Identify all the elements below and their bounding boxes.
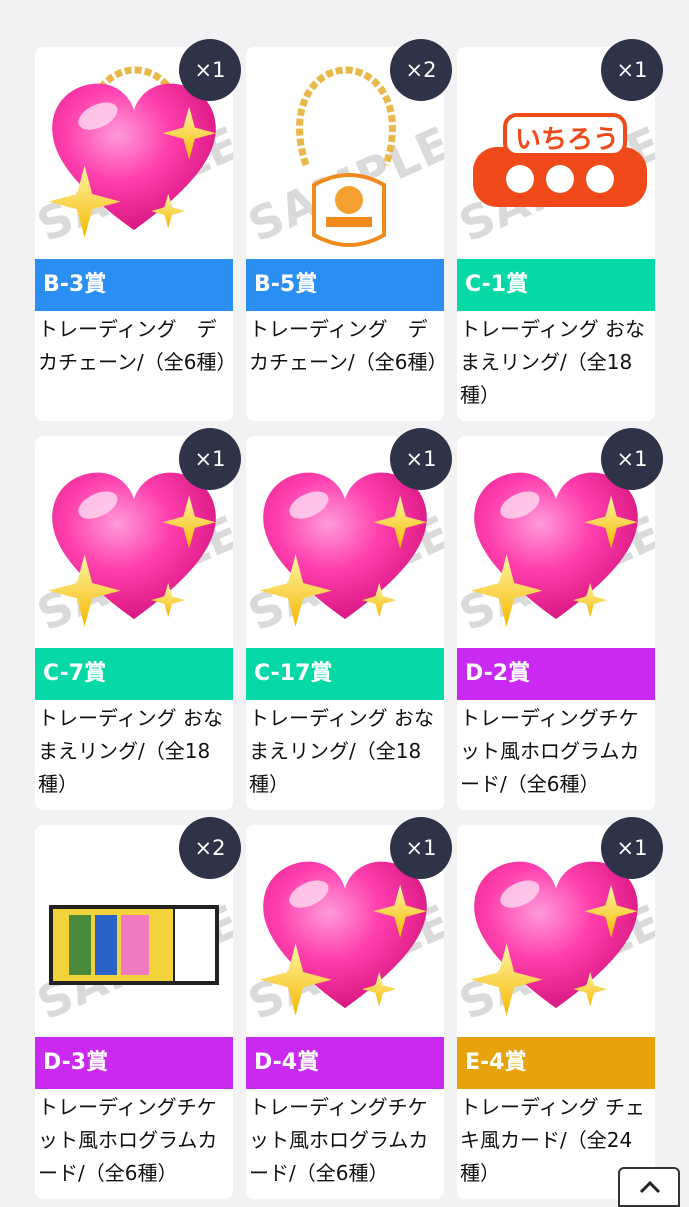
prize-description: トレーディング おなまえリング/（全18種）: [460, 317, 645, 407]
prize-card[interactable]: SAMPLE B-3賞トレーディング デカチェーン/（全6種）: [35, 47, 233, 421]
prize-code-label: D-2賞: [457, 648, 655, 700]
prize-description: トレーディング おなまえリング/（全18種）: [38, 706, 223, 796]
quantity-badge: ×1: [179, 39, 241, 101]
prize-grid: SAMPLE B-3賞トレーディング デカチェーン/（全6種）×1SAMPLE …: [0, 0, 689, 1200]
charm-icon: [312, 173, 386, 247]
prize-code-label: B-3賞: [35, 259, 233, 311]
quantity-badge: ×2: [390, 39, 452, 101]
quantity-badge: ×1: [601, 39, 663, 101]
prize-card[interactable]: SAMPLE B-5賞トレーディング デカチェーン/（全6種）: [246, 47, 444, 421]
ticket-card-icon: [49, 905, 219, 985]
prize-description: トレーディングチケット風ホログラムカード/（全6種）: [460, 706, 640, 796]
quantity-badge: ×1: [179, 428, 241, 490]
prize-code-label: C-1賞: [457, 259, 655, 311]
prize-card[interactable]: SAMPLE D-2賞トレーディングチケット風ホログラムカード/（全6種）: [457, 436, 655, 810]
prize-card[interactable]: SAMPLE D-3賞トレーディングチケット風ホログラムカード/（全6種）: [35, 825, 233, 1199]
prize-card[interactable]: SAMPLE いちろうC-1賞トレーディング おなまえリング/（全18種）: [457, 47, 655, 421]
chevron-up-icon: [639, 1180, 661, 1194]
prize-card[interactable]: SAMPLE D-4賞トレーディングチケット風ホログラムカード/（全6種）: [246, 825, 444, 1199]
prize-code-label: D-4賞: [246, 1037, 444, 1089]
quantity-badge: ×1: [390, 817, 452, 879]
prize-card[interactable]: SAMPLE E-4賞トレーディング チェキ風カード/（全24種）: [457, 825, 655, 1199]
chain-icon: [296, 66, 396, 167]
quantity-badge: ×1: [601, 428, 663, 490]
prize-description: トレーディングチケット風ホログラムカード/（全6種）: [249, 1095, 429, 1185]
prize-card[interactable]: SAMPLE C-7賞トレーディング おなまえリング/（全18種）: [35, 436, 233, 810]
prize-description: トレーディング デカチェーン/（全6種）: [38, 317, 233, 374]
prize-description: トレーディング デカチェーン/（全6種）: [249, 317, 444, 374]
prize-description: トレーディングチケット風ホログラムカード/（全6種）: [38, 1095, 218, 1185]
quantity-badge: ×1: [390, 428, 452, 490]
prize-code-label: C-17賞: [246, 648, 444, 700]
prize-code-label: E-4賞: [457, 1037, 655, 1089]
prize-code-label: B-5賞: [246, 259, 444, 311]
quantity-badge: ×2: [179, 817, 241, 879]
scroll-to-top-button[interactable]: [618, 1167, 680, 1207]
prize-code-label: D-3賞: [35, 1037, 233, 1089]
prize-description: トレーディング おなまえリング/（全18種）: [249, 706, 434, 796]
prize-code-label: C-7賞: [35, 648, 233, 700]
quantity-badge: ×1: [601, 817, 663, 879]
ring-name-text: いちろう: [515, 125, 620, 155]
prize-card[interactable]: SAMPLE C-17賞トレーディング おなまえリング/（全18種）: [246, 436, 444, 810]
